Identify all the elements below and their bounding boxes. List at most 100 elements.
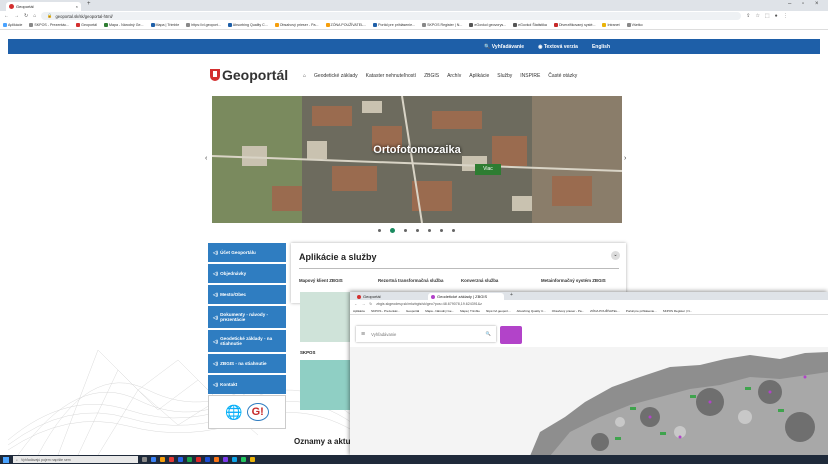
bookmark-item[interactable]: Absorbing Quality C... [227, 23, 268, 27]
extensions-icon[interactable]: ⬚ [765, 13, 770, 19]
overlay-bookmark-item[interactable]: Geoportál [406, 309, 419, 313]
new-tab-icon[interactable]: + [87, 1, 91, 7]
bookmark-item[interactable]: Aplikácie [3, 23, 22, 27]
taskbar-search-input[interactable]: Vyhľadávajú pojem napíšte sem [21, 458, 71, 462]
overlay-bookmark-item[interactable]: Mapa - Národný Ge... [425, 309, 454, 313]
skpos-label[interactable]: SKPOS [300, 350, 315, 355]
bookmark-item[interactable]: ZÓNA POUŽÍVATEL... [325, 23, 366, 27]
app-icon[interactable] [232, 457, 237, 462]
excel-icon[interactable] [187, 457, 192, 462]
new-tab-icon[interactable]: + [510, 292, 513, 298]
hamburger-menu-icon[interactable]: ≡ [361, 331, 365, 338]
reload-icon[interactable]: ↻ [369, 302, 372, 306]
nav-item[interactable]: Geodetické základy [314, 73, 358, 79]
bookmark-item[interactable]: SKPOS Register | N... [422, 23, 462, 27]
overlay-tab-geoportal[interactable]: Geoportál [354, 293, 426, 300]
left-menu-item[interactable]: ◁) ZBGIS - na stiahnutie [208, 354, 286, 373]
minimize-icon[interactable]: – [788, 1, 791, 7]
nav-item[interactable]: Archív [447, 73, 461, 79]
overlay-bookmark-item[interactable]: SKPOS Register | N... [663, 309, 692, 313]
menu-icon[interactable]: ⋮ [783, 13, 788, 19]
edge-icon[interactable] [151, 457, 156, 462]
left-menu-item[interactable]: ◁) Účet Geoportálu [208, 243, 286, 262]
text-version-link[interactable]: ◉ Textová verzia [538, 44, 578, 50]
hero-more-button[interactable]: Viac [475, 164, 501, 175]
bookmark-item[interactable]: Diverzifikovaný systé... [553, 23, 595, 27]
bookmark-item[interactable]: Mapa | Trimble [150, 23, 179, 27]
windows-start-icon[interactable] [3, 456, 9, 463]
carousel-dot-active[interactable] [390, 228, 395, 233]
map-search-input[interactable]: Vyhľadávanie [371, 332, 480, 337]
app-link-mapovy-klient[interactable]: Mapový klient ZBGIS [299, 278, 377, 283]
overlay-bookmark-item[interactable]: ZÓNA POUŽÍVATEL... [590, 309, 620, 313]
acrobat-icon[interactable] [196, 457, 201, 462]
nav-item[interactable]: Služby [497, 73, 512, 79]
overlay-tab-zbgis[interactable]: Geodetické základy | ZBGIS [428, 293, 504, 300]
overlay-bookmark-item[interactable]: SKPOS - Prezentác... [371, 309, 400, 313]
forward-icon[interactable]: → [14, 13, 19, 19]
outlook-icon[interactable] [178, 457, 183, 462]
overlay-bookmark-item[interactable]: Absorbing Quality C... [517, 309, 546, 313]
home-icon[interactable]: ⌂ [33, 13, 36, 19]
left-menu-item[interactable]: ◁) Dokumenty - návody - prezentácie [208, 306, 286, 328]
browser-tab[interactable]: Geoportál × [6, 2, 81, 11]
back-icon[interactable]: ← [4, 13, 9, 19]
bookmark-item[interactable]: eGovkol Štatistika [513, 23, 547, 27]
site-logo[interactable]: Geoportál [210, 67, 288, 83]
carousel-dot[interactable] [440, 229, 443, 232]
app-icon[interactable] [241, 457, 246, 462]
app-link-metainformacny-system[interactable]: Metainformačný systém ZBGIS [541, 278, 619, 283]
language-link[interactable]: English [592, 44, 610, 50]
app-link-transformacna-sluzba[interactable]: Rezortná transformačná služba [378, 278, 456, 283]
close-window-icon[interactable]: × [815, 1, 819, 7]
zbgis-map[interactable] [350, 347, 828, 456]
home-nav-icon[interactable]: ⌂ [303, 73, 306, 79]
carousel-dot[interactable] [404, 229, 407, 232]
map-search-box[interactable]: ≡ Vyhľadávanie 🔍 [356, 326, 496, 342]
left-menu-item[interactable]: ◁) Kontakt [208, 375, 286, 394]
reload-icon[interactable]: ↻ [24, 13, 28, 19]
close-tab-icon[interactable]: × [76, 4, 78, 9]
bookmark-item[interactable]: Intranet [602, 23, 620, 27]
bookmark-item[interactable]: https://vl.geoport... [186, 23, 221, 27]
overlay-bookmark-item[interactable]: Obsahový prieser - Pa... [552, 309, 584, 313]
nav-item[interactable]: ZBGIS [424, 73, 439, 79]
carousel-dot[interactable] [416, 229, 419, 232]
left-menu-item[interactable]: ◁) Geodetické základy - na stiahnutie [208, 330, 286, 352]
bookmark-item[interactable]: Mapa - Národný Ge... [103, 23, 144, 27]
zbgis-app-button[interactable] [500, 326, 522, 344]
bookmark-item[interactable]: Portál pre prihlásenie... [373, 23, 415, 27]
task-view-icon[interactable] [142, 457, 147, 462]
left-menu-item[interactable]: ◁) Mesto/Obec [208, 285, 286, 304]
nav-item[interactable]: Aplikácie [469, 73, 489, 79]
forward-icon[interactable]: → [362, 302, 366, 306]
powerpoint-icon[interactable] [214, 457, 219, 462]
share-icon[interactable]: ⇪ [746, 13, 750, 19]
chrome-icon[interactable] [169, 457, 174, 462]
overlay-bookmark-item[interactable]: Mapa | Trimble [460, 309, 480, 313]
overlay-bookmark-item[interactable]: Aplikácie [353, 309, 365, 313]
overlay-bookmark-item[interactable]: Portál pre prihlásenie... [626, 309, 657, 313]
carousel-dot[interactable] [452, 229, 455, 232]
carousel-next-icon[interactable]: › [624, 155, 626, 162]
nav-item[interactable]: Kataster nehnuteľností [366, 73, 416, 79]
search-link[interactable]: 🔍 Vyhľadávanie [484, 44, 524, 50]
app-icon[interactable] [250, 457, 255, 462]
bookmark-item[interactable]: SKPOS - Prezentác... [29, 23, 69, 27]
profile-icon[interactable]: ● [775, 13, 778, 19]
partner-logos[interactable]: 🌐 G! [208, 395, 286, 429]
nav-item[interactable]: INSPIRE [520, 73, 540, 79]
bookmark-item[interactable]: Obsahový prieser - Pa... [274, 23, 319, 27]
star-icon[interactable]: ☆ [755, 13, 759, 19]
back-icon[interactable]: ← [354, 302, 358, 306]
maximize-icon[interactable]: ▫ [802, 1, 804, 7]
teams-icon[interactable] [223, 457, 228, 462]
bookmark-item[interactable]: Geoportál [76, 23, 97, 27]
carousel-prev-icon[interactable]: ‹ [205, 155, 207, 162]
carousel-dot[interactable] [428, 229, 431, 232]
taskbar-search[interactable]: ⌕ Vyhľadávajú pojem napíšte sem [13, 456, 138, 463]
chevron-down-icon[interactable]: ⌄ [611, 251, 620, 260]
nav-item[interactable]: Časté otázky [548, 73, 577, 79]
left-menu-item[interactable]: ◁) Objednávky [208, 264, 286, 283]
overlay-bookmark-item[interactable]: https://vl.geoport... [486, 309, 511, 313]
